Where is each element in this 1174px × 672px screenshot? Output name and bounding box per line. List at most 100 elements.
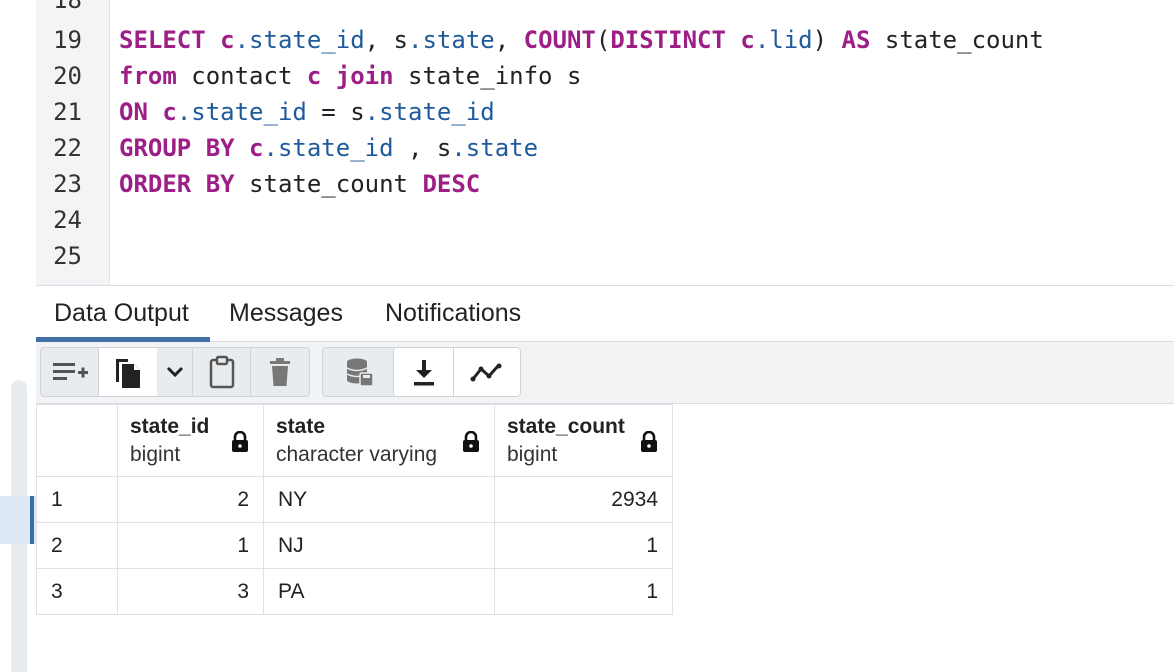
code-token: AS	[841, 26, 871, 54]
code-token: .state_id	[263, 134, 394, 162]
code-line[interactable]: from contact c join state_info s	[119, 58, 581, 94]
code-token: ON	[119, 98, 148, 126]
graph-visualiser-icon	[470, 361, 504, 383]
result-tabs: Data Output Messages Notifications	[36, 286, 1174, 342]
cell-state[interactable]: PA	[263, 568, 495, 615]
line-number: 20	[53, 62, 82, 90]
add-row-button[interactable]	[41, 348, 99, 396]
cell-state-id[interactable]: 3	[117, 568, 264, 615]
cell-state-id[interactable]: 2	[117, 476, 264, 523]
table-row[interactable]: 3 3 PA 1	[36, 568, 673, 615]
code-token: DISTINCT	[610, 26, 726, 54]
delete-button[interactable]	[251, 348, 309, 396]
code-token: c	[740, 26, 755, 54]
table-row[interactable]: 1 2 NY 2934	[36, 476, 673, 523]
copy-button[interactable]	[99, 348, 157, 396]
code-token: .state_id	[364, 98, 495, 126]
code-token: contact	[176, 62, 307, 90]
add-row-icon	[51, 359, 89, 385]
line-number: 18	[53, 0, 82, 14]
code-token: , s	[364, 26, 409, 54]
row-number[interactable]: 3	[36, 568, 118, 615]
code-token: .state	[451, 134, 539, 162]
save-button-group	[322, 347, 398, 397]
lock-icon	[231, 430, 249, 459]
row-number[interactable]: 1	[36, 476, 118, 523]
code-token: state_count	[234, 170, 423, 198]
cell-state[interactable]: NY	[263, 476, 495, 523]
download-button[interactable]	[394, 348, 454, 396]
code-token: c	[220, 26, 235, 54]
cell-state-count[interactable]: 1	[494, 568, 673, 615]
code-token: .state	[408, 26, 495, 54]
code-line[interactable]: ORDER BY state_count DESC	[119, 166, 480, 202]
edit-button-group	[40, 347, 310, 397]
cell-state-count[interactable]: 2934	[494, 476, 673, 523]
code-token: .state_id	[176, 98, 307, 126]
line-number: 21	[53, 98, 82, 126]
table-row[interactable]: 2 1 NJ 1	[36, 522, 673, 569]
code-token: .state_id	[234, 26, 365, 54]
cell-state[interactable]: NJ	[263, 522, 495, 569]
code-token: )	[812, 26, 842, 54]
result-grid: state_id bigint state character varying …	[36, 404, 673, 615]
code-token: , s	[393, 134, 452, 162]
code-token: (	[595, 26, 611, 54]
code-token: c	[306, 62, 322, 90]
copy-options-dropdown[interactable]	[157, 348, 193, 396]
code-token: .lid	[754, 26, 813, 54]
paste-button[interactable]	[193, 348, 251, 396]
column-header-state-id[interactable]: state_id bigint	[117, 404, 264, 477]
column-name: state_count	[507, 414, 625, 438]
graph-visualiser-button[interactable]	[454, 348, 520, 396]
code-token: COUNT	[523, 26, 596, 54]
data-output-toolbar	[36, 342, 1174, 404]
code-token: join	[335, 62, 394, 90]
row-number[interactable]: 2	[36, 522, 118, 569]
column-header-state-count[interactable]: state_count bigint	[494, 404, 673, 477]
lock-icon	[640, 430, 658, 459]
export-button-group	[393, 347, 521, 397]
code-token: DESC	[422, 170, 481, 198]
cell-state-id[interactable]: 1	[117, 522, 264, 569]
code-token: SELECT	[119, 26, 206, 54]
code-token: state_info s	[393, 62, 582, 90]
row-number-header	[36, 404, 118, 477]
code-line[interactable]: ON c.state_id = s.state_id	[119, 94, 495, 130]
query-editor[interactable]: 18 19 20 21 22 23 24 25 SELECT c.state_i…	[36, 0, 1174, 286]
copy-icon	[113, 355, 143, 389]
lock-icon	[462, 430, 480, 459]
line-number: 22	[53, 134, 82, 162]
tab-notifications[interactable]: Notifications	[367, 286, 539, 342]
column-header-state[interactable]: state character varying	[263, 404, 495, 477]
code-token: c	[162, 98, 177, 126]
code-token: = s	[306, 98, 365, 126]
cell-state-count[interactable]: 1	[494, 522, 673, 569]
column-type: bigint	[507, 442, 558, 466]
line-number: 24	[53, 206, 82, 234]
code-token: state_count	[870, 26, 1044, 54]
save-data-button[interactable]	[323, 348, 397, 396]
selected-row-marker	[30, 496, 34, 544]
line-numbers-gutter: 18 19 20 21 22 23 24 25	[36, 0, 110, 285]
code-token: GROUP BY	[119, 134, 235, 162]
column-type: character varying	[276, 442, 438, 466]
line-number: 25	[53, 242, 82, 270]
code-line[interactable]: SELECT c.state_id, s.state, COUNT(DISTIN…	[119, 22, 1044, 58]
grid-header-row: state_id bigint state character varying …	[36, 404, 673, 477]
save-data-icon	[345, 357, 375, 387]
code-token: ,	[494, 26, 524, 54]
code-line[interactable]: GROUP BY c.state_id , s.state	[119, 130, 538, 166]
chevron-down-icon	[166, 366, 184, 378]
delete-icon	[268, 357, 292, 387]
tab-messages[interactable]: Messages	[211, 286, 361, 342]
column-name: state	[276, 414, 326, 438]
line-number: 19	[53, 26, 82, 54]
tab-data-output[interactable]: Data Output	[36, 286, 210, 342]
code-token: ORDER BY	[119, 170, 235, 198]
download-icon	[411, 357, 437, 387]
